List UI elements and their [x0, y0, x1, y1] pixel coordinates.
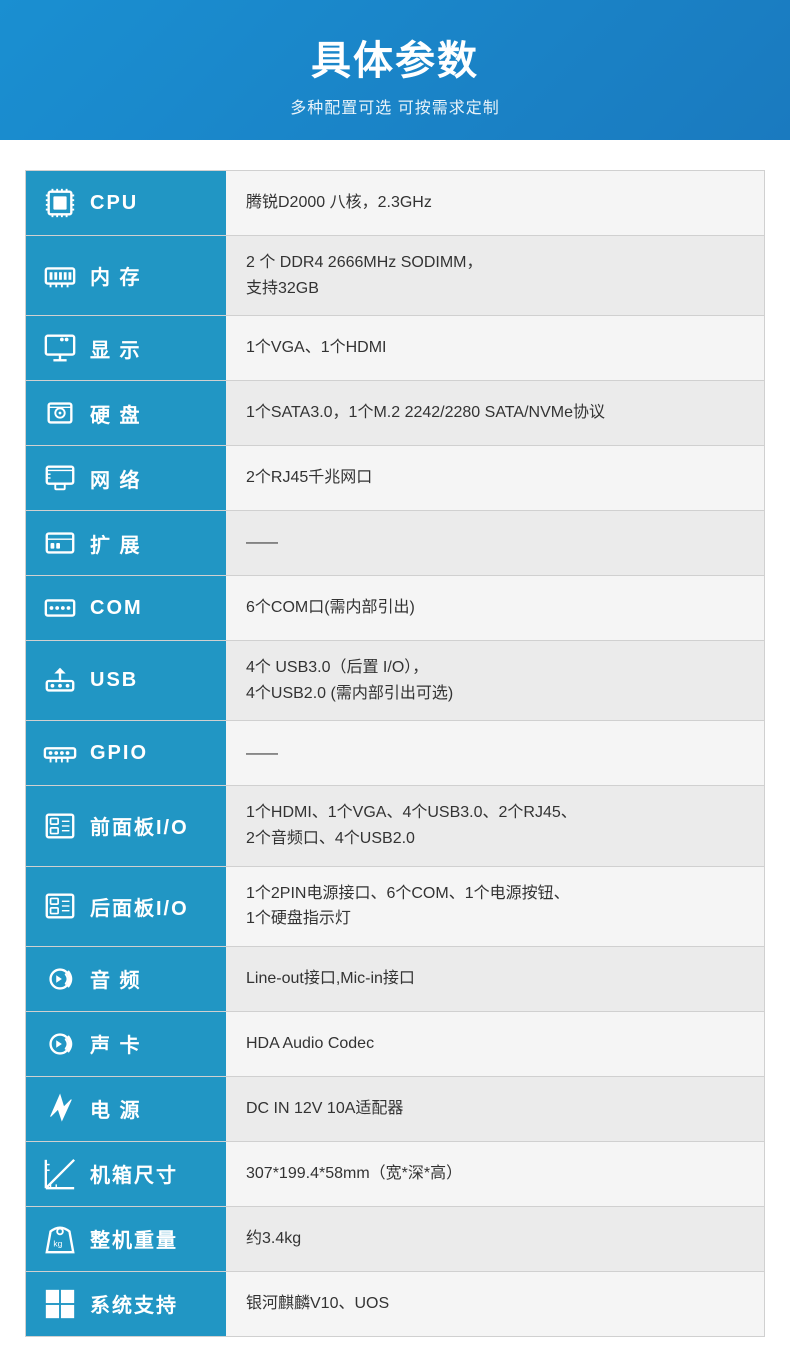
- spec-value-os: 银河麒麟V10、UOS: [226, 1272, 764, 1336]
- usb-icon: [40, 661, 80, 701]
- weight-icon: kg: [40, 1219, 80, 1259]
- spec-label-com: COM: [26, 576, 226, 640]
- spec-label-power: 电 源: [26, 1077, 226, 1141]
- rear-panel-icon: [40, 886, 80, 926]
- spec-value-audio-port: Line-out接口,Mic-in接口: [226, 947, 764, 1011]
- spec-label-front-panel: 前面板I/O: [26, 786, 226, 865]
- spec-label-text-power: 电 源: [90, 1094, 142, 1123]
- spec-label-usb: USB: [26, 641, 226, 720]
- spec-row-audio-port: 音 频 Line-out接口,Mic-in接口: [25, 946, 765, 1012]
- spec-row-memory: 内 存 2 个 DDR4 2666MHz SODIMM，支持32GB: [25, 235, 765, 316]
- sound-icon: [40, 1024, 80, 1064]
- spec-label-text-gpio: GPIO: [90, 742, 148, 765]
- spec-row-storage: 硬 盘 1个SATA3.0，1个M.2 2242/2280 SATA/NVMe协议: [25, 380, 765, 446]
- os-icon: [40, 1284, 80, 1324]
- svg-text:kg: kg: [53, 1238, 62, 1248]
- spec-label-text-cpu: CPU: [90, 192, 138, 215]
- spec-label-text-audio-port: 音 频: [90, 964, 142, 993]
- spec-label-text-usb: USB: [90, 669, 138, 692]
- page-subtitle: 多种配置可选 可按需求定制: [20, 94, 770, 118]
- spec-table: CPU 腾锐D2000 八核，2.3GHz 内 存 2 个 DDR4 2666MHz …: [25, 170, 765, 1337]
- spec-row-weight: kg 整机重量 约3.4kg: [25, 1206, 765, 1272]
- spec-value-dimensions: 307*199.4*58mm（宽*深*高）: [226, 1142, 764, 1206]
- spec-label-sound-card: 声 卡: [26, 1012, 226, 1076]
- spec-label-dimensions: 机箱尺寸: [26, 1142, 226, 1206]
- spec-label-text-storage: 硬 盘: [90, 399, 142, 428]
- dimensions-icon: [40, 1154, 80, 1194]
- display-icon: [40, 328, 80, 368]
- spec-value-sound-card: HDA Audio Codec: [226, 1012, 764, 1076]
- spec-label-rear-panel: 后面板I/O: [26, 867, 226, 946]
- spec-row-os: 系统支持 银河麒麟V10、UOS: [25, 1271, 765, 1337]
- spec-label-os: 系统支持: [26, 1272, 226, 1336]
- spec-label-text-os: 系统支持: [90, 1289, 178, 1318]
- spec-value-memory: 2 个 DDR4 2666MHz SODIMM，支持32GB: [226, 236, 764, 315]
- spec-label-text-memory: 内 存: [90, 261, 142, 290]
- spec-row-power: 电 源 DC IN 12V 10A适配器: [25, 1076, 765, 1142]
- page-header: 具体参数 多种配置可选 可按需求定制: [0, 0, 790, 140]
- spec-row-display: 显 示 1个VGA、1个HDMI: [25, 315, 765, 381]
- spec-row-network: 网 络 2个RJ45千兆网口: [25, 445, 765, 511]
- spec-label-text-rear-panel: 后面板I/O: [90, 892, 189, 921]
- spec-label-memory: 内 存: [26, 236, 226, 315]
- spec-label-expand: 扩 展: [26, 511, 226, 575]
- spec-label-network: 网 络: [26, 446, 226, 510]
- spec-label-cpu: CPU: [26, 171, 226, 235]
- spec-value-front-panel: 1个HDMI、1个VGA、4个USB3.0、2个RJ45、2个音频口、4个USB…: [226, 786, 764, 865]
- spec-row-cpu: CPU 腾锐D2000 八核，2.3GHz: [25, 170, 765, 236]
- spec-value-power: DC IN 12V 10A适配器: [226, 1077, 764, 1141]
- spec-value-expand: ——: [226, 511, 764, 575]
- audio-icon: [40, 959, 80, 999]
- memory-icon: [40, 256, 80, 296]
- spec-value-com: 6个COM口(需内部引出): [226, 576, 764, 640]
- spec-row-dimensions: 机箱尺寸 307*199.4*58mm（宽*深*高）: [25, 1141, 765, 1207]
- cpu-icon: [40, 183, 80, 223]
- spec-label-gpio: GPIO: [26, 721, 226, 785]
- network-icon: [40, 458, 80, 498]
- spec-row-com: COM 6个COM口(需内部引出): [25, 575, 765, 641]
- expand-icon: [40, 523, 80, 563]
- spec-label-text-dimensions: 机箱尺寸: [90, 1159, 178, 1188]
- storage-icon: [40, 393, 80, 433]
- spec-row-gpio: GPIO ——: [25, 720, 765, 786]
- spec-value-gpio: ——: [226, 721, 764, 785]
- spec-value-weight: 约3.4kg: [226, 1207, 764, 1271]
- spec-value-usb: 4个 USB3.0（后置 I/O），4个USB2.0 (需内部引出可选): [226, 641, 764, 720]
- spec-label-text-weight: 整机重量: [90, 1224, 178, 1253]
- spec-label-text-display: 显 示: [90, 334, 142, 363]
- spec-row-front-panel: 前面板I/O 1个HDMI、1个VGA、4个USB3.0、2个RJ45、2个音频口…: [25, 785, 765, 866]
- spec-label-text-expand: 扩 展: [90, 529, 142, 558]
- spec-row-usb: USB 4个 USB3.0（后置 I/O），4个USB2.0 (需内部引出可选): [25, 640, 765, 721]
- spec-value-rear-panel: 1个2PIN电源接口、6个COM、1个电源按钮、1个硬盘指示灯: [226, 867, 764, 946]
- spec-row-expand: 扩 展 ——: [25, 510, 765, 576]
- spec-value-display: 1个VGA、1个HDMI: [226, 316, 764, 380]
- front-panel-icon: [40, 806, 80, 846]
- spec-value-storage: 1个SATA3.0，1个M.2 2242/2280 SATA/NVMe协议: [226, 381, 764, 445]
- content-area: CPU 腾锐D2000 八核，2.3GHz 内 存 2 个 DDR4 2666MHz …: [0, 140, 790, 1366]
- spec-row-sound-card: 声 卡 HDA Audio Codec: [25, 1011, 765, 1077]
- power-icon: [40, 1089, 80, 1129]
- gpio-icon: [40, 733, 80, 773]
- spec-row-rear-panel: 后面板I/O 1个2PIN电源接口、6个COM、1个电源按钮、1个硬盘指示灯: [25, 866, 765, 947]
- spec-value-network: 2个RJ45千兆网口: [226, 446, 764, 510]
- spec-label-display: 显 示: [26, 316, 226, 380]
- spec-label-text-sound-card: 声 卡: [90, 1029, 142, 1058]
- spec-label-weight: kg 整机重量: [26, 1207, 226, 1271]
- spec-label-text-network: 网 络: [90, 464, 142, 493]
- com-icon: [40, 588, 80, 628]
- spec-label-text-front-panel: 前面板I/O: [90, 811, 189, 840]
- spec-value-cpu: 腾锐D2000 八核，2.3GHz: [226, 171, 764, 235]
- page-title: 具体参数: [20, 28, 770, 86]
- spec-label-text-com: COM: [90, 597, 143, 620]
- spec-label-storage: 硬 盘: [26, 381, 226, 445]
- spec-label-audio-port: 音 频: [26, 947, 226, 1011]
